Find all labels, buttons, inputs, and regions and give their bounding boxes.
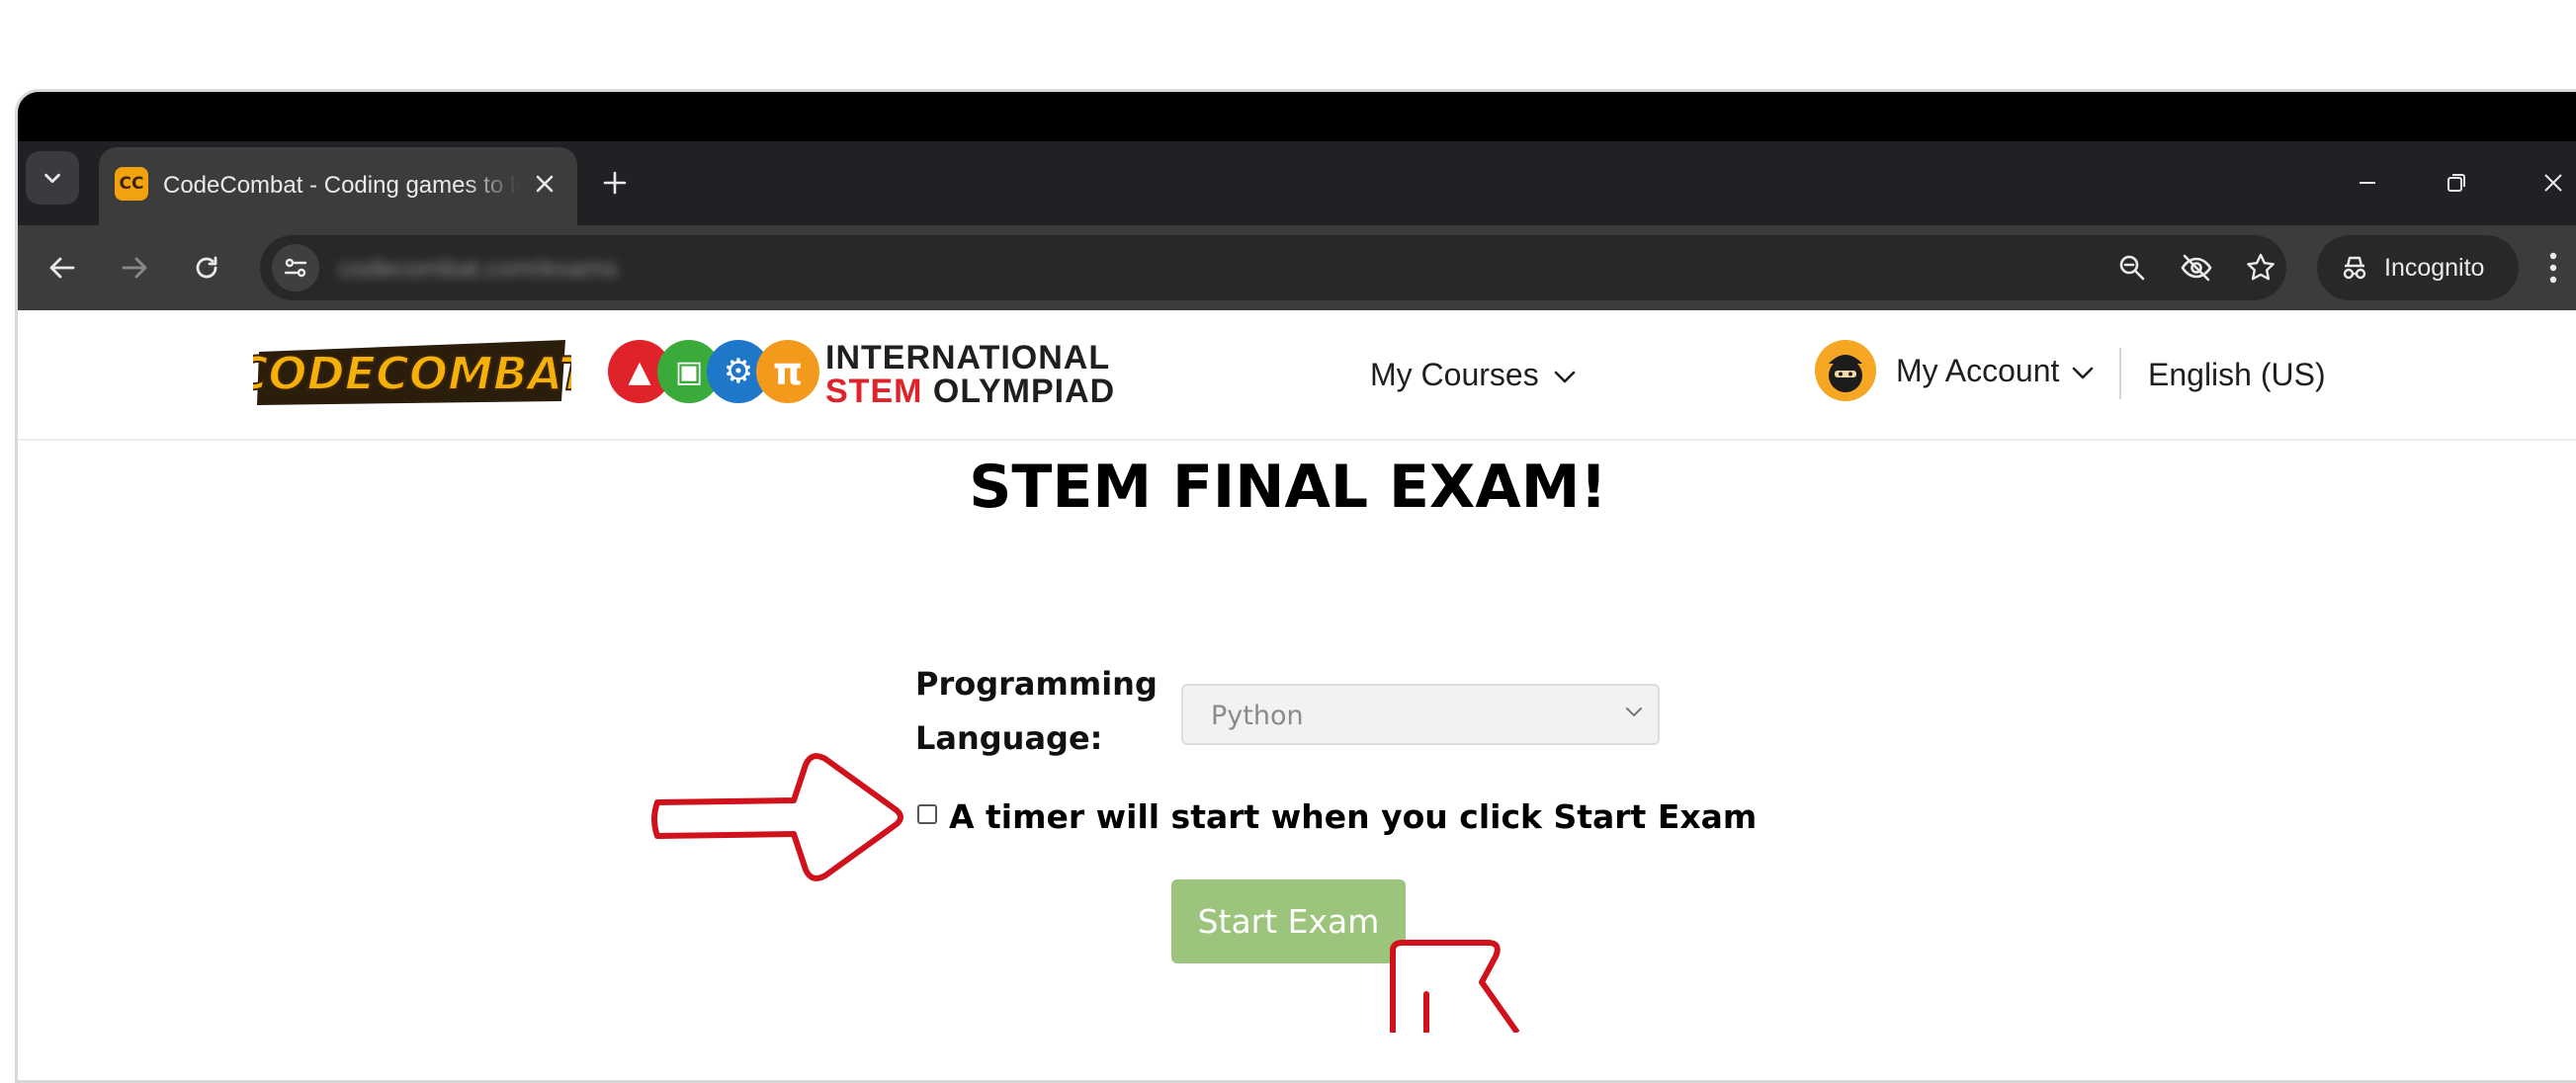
- browser-menu-button[interactable]: [2533, 243, 2573, 292]
- close-icon: [536, 175, 554, 193]
- page-title: STEM FINAL EXAM!: [969, 453, 1607, 522]
- programming-language-value: Python: [1211, 701, 1304, 731]
- olympiad-word: OLYMPIAD: [932, 373, 1116, 410]
- avatar[interactable]: [1815, 340, 1876, 401]
- new-tab-button[interactable]: [591, 159, 639, 207]
- codecombat-favicon-icon: CC: [115, 167, 148, 201]
- zoom-button[interactable]: [2108, 244, 2156, 292]
- url-text: codecombat.com/exams: [339, 253, 618, 283]
- stem-logo-line2: STEM OLYMPIAD: [825, 374, 1115, 409]
- site-info-button[interactable]: [272, 244, 319, 292]
- restore-icon: [2447, 174, 2465, 192]
- nav-my-account[interactable]: My Account: [1896, 350, 2094, 391]
- nav-my-courses-label: My Courses: [1370, 357, 1539, 392]
- tab-active[interactable]: CC CodeCombat - Coding games to learn Py…: [99, 147, 577, 225]
- tab-search-button[interactable]: [26, 151, 79, 205]
- tracking-protection-button[interactable]: [2173, 244, 2220, 292]
- international-stem-olympiad-logo[interactable]: ▲ ▣ ⚙ π INTERNATIONAL STEM OLYMPIAD: [608, 340, 1132, 409]
- tune-icon: [284, 258, 307, 278]
- chevron-down-icon: [1554, 371, 1575, 382]
- nav-my-courses[interactable]: My Courses: [1370, 354, 1576, 395]
- programming-language-label: Programming Language:: [915, 665, 1158, 757]
- bookmark-button[interactable]: [2237, 244, 2284, 292]
- nav-language-selector[interactable]: English (US): [2148, 354, 2326, 395]
- start-exam-button[interactable]: Start Exam: [1171, 879, 1406, 963]
- eye-off-icon: [2181, 254, 2212, 282]
- pi-icon: π: [756, 340, 819, 403]
- incognito-indicator[interactable]: Incognito: [2317, 235, 2519, 300]
- avatar-ninja-icon: [1815, 340, 1876, 401]
- incognito-icon: [2343, 256, 2366, 280]
- window-top-strip: [18, 92, 2576, 141]
- timer-confirmation-label[interactable]: A timer will start when you click Start …: [949, 795, 1757, 839]
- tab-title: CodeCombat - Coding games to learn Pytho…: [163, 172, 519, 199]
- minimize-button[interactable]: [2343, 159, 2392, 207]
- chevron-down-icon: [44, 173, 60, 184]
- site-header: CODECOMBAT ▲ ▣ ⚙ π INTERNATIONAL STEM OL…: [18, 310, 2576, 441]
- close-tab-button[interactable]: [526, 165, 563, 203]
- close-icon: [2544, 174, 2562, 192]
- reload-icon: [196, 256, 217, 279]
- address-bar[interactable]: codecombat.com/exams: [260, 235, 2286, 300]
- plus-icon: [603, 171, 627, 195]
- arrow-left-icon: [49, 257, 75, 279]
- timer-confirmation-checkbox[interactable]: [917, 804, 937, 824]
- svg-text:CODECOMBAT: CODECOMBAT: [253, 347, 571, 400]
- arrow-right-icon: [122, 257, 147, 279]
- star-icon: [2247, 253, 2275, 281]
- back-button[interactable]: [38, 243, 87, 292]
- nav-my-account-label: My Account: [1896, 353, 2060, 388]
- browser-toolbar: codecombat.com/exams Incognito: [18, 225, 2576, 310]
- tab-bar: CC CodeCombat - Coding games to learn Py…: [18, 141, 2576, 225]
- reload-button[interactable]: [182, 243, 231, 292]
- forward-button[interactable]: [110, 243, 159, 292]
- stem-word: STEM: [825, 373, 923, 410]
- nav-divider: [2119, 348, 2121, 399]
- chevron-down-icon: [1626, 708, 1642, 716]
- close-window-button[interactable]: [2529, 159, 2576, 207]
- zoom-out-icon: [2119, 255, 2145, 281]
- codecombat-logo[interactable]: CODECOMBAT: [253, 332, 571, 411]
- chevron-down-icon: [2072, 367, 2094, 378]
- programming-language-select[interactable]: Python: [1181, 684, 1660, 745]
- restore-button[interactable]: [2432, 159, 2481, 207]
- incognito-label: Incognito: [2384, 254, 2485, 282]
- minimize-icon: [2360, 182, 2375, 184]
- stem-logo-line1: INTERNATIONAL: [825, 339, 1111, 376]
- kebab-menu-icon: [2549, 252, 2557, 284]
